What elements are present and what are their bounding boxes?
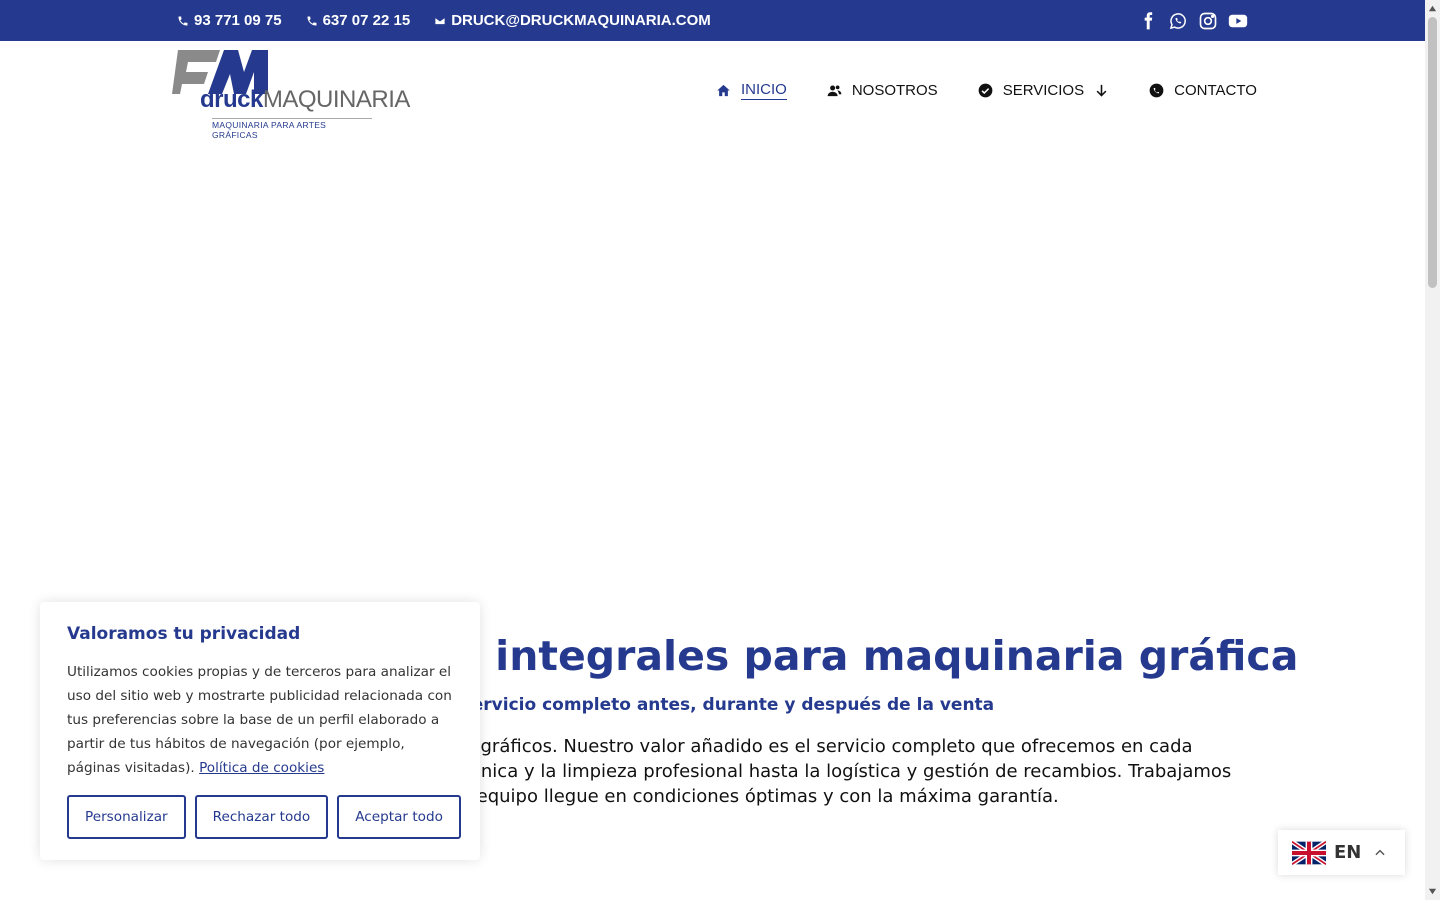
nav-item-contacto[interactable]: CONTACTO: [1149, 82, 1257, 99]
cookie-consent-dialog: Valoramos tu privacidad Utilizamos cooki…: [40, 602, 480, 860]
cookie-title: Valoramos tu privacidad: [67, 624, 301, 644]
nav-label-nosotros: NOSOTROS: [851, 81, 938, 99]
phone-icon: [307, 16, 317, 25]
logo-wordmark: druckMAQUINARIA: [200, 88, 410, 112]
main-nav: INICIO NOSOTROS SERVICIOS CONTACTO: [716, 70, 1257, 110]
users-icon: [827, 85, 842, 96]
phone-link-2[interactable]: 637 07 22 15: [306, 12, 411, 29]
nav-label-servicios: SERVICIOS: [1002, 81, 1085, 99]
logo-tagline: MAQUINARIA PARA ARTES GRÁFICAS: [212, 118, 372, 140]
cookie-text: Utilizamos cookies propias y de terceros…: [67, 660, 453, 780]
top-contact-bar: 93 771 09 75 637 07 22 15 DRUCK@DRUCKMAQ…: [0, 0, 1425, 41]
customize-button[interactable]: Personalizar: [67, 795, 186, 839]
nav-item-servicios[interactable]: SERVICIOS: [978, 82, 1109, 99]
nav-label-contacto: CONTACTO: [1174, 81, 1257, 99]
email-link[interactable]: DRUCK@DRUCKMAQUINARIA.COM: [434, 12, 711, 29]
logo-word-maquinaria: MAQUINARIA: [262, 86, 411, 113]
scrollbar-thumb[interactable]: [1428, 17, 1437, 288]
cookie-buttons: Personalizar Rechazar todo Aceptar todo: [67, 795, 461, 839]
phone-number-2: 637 07 22 15: [322, 12, 411, 29]
language-code: EN: [1334, 842, 1362, 863]
language-switcher[interactable]: EN: [1278, 830, 1405, 875]
instagram-icon[interactable]: [1198, 11, 1218, 31]
site-logo[interactable]: druckMAQUINARIA MAQUINARIA PARA ARTES GR…: [172, 50, 410, 140]
email-address: DRUCK@DRUCKMAQUINARIA.COM: [451, 12, 711, 29]
uk-flag-icon: [1292, 839, 1326, 866]
contact-info: 93 771 09 75 637 07 22 15 DRUCK@DRUCKMAQ…: [177, 0, 711, 41]
youtube-icon[interactable]: [1228, 11, 1248, 31]
phone-circle-icon: [1149, 83, 1164, 97]
page-scrollbar[interactable]: [1425, 0, 1440, 900]
nav-label-inicio: INICIO: [741, 80, 787, 100]
cookie-policy-link[interactable]: Política de cookies: [199, 760, 324, 776]
whatsapp-icon[interactable]: [1168, 11, 1188, 31]
logo-word-druck: druck: [200, 86, 263, 113]
scroll-up-arrow-icon[interactable]: [1428, 4, 1437, 13]
social-links: [1138, 0, 1248, 41]
arrow-down-icon: [1096, 84, 1107, 97]
nav-item-inicio[interactable]: INICIO: [716, 81, 787, 100]
phone-number-1: 93 771 09 75: [194, 12, 282, 29]
home-icon: [717, 84, 730, 96]
phone-icon: [178, 16, 188, 25]
nav-item-nosotros[interactable]: NOSOTROS: [827, 82, 938, 99]
phone-link-1[interactable]: 93 771 09 75: [177, 12, 282, 29]
chevron-up-icon: [1375, 849, 1385, 855]
check-circle-icon: [978, 83, 993, 97]
reject-all-button[interactable]: Rechazar todo: [194, 795, 329, 839]
email-icon: [434, 16, 446, 25]
accept-all-button[interactable]: Aceptar todo: [337, 795, 461, 839]
facebook-icon[interactable]: [1138, 11, 1158, 31]
scroll-down-arrow-icon[interactable]: [1428, 887, 1437, 896]
